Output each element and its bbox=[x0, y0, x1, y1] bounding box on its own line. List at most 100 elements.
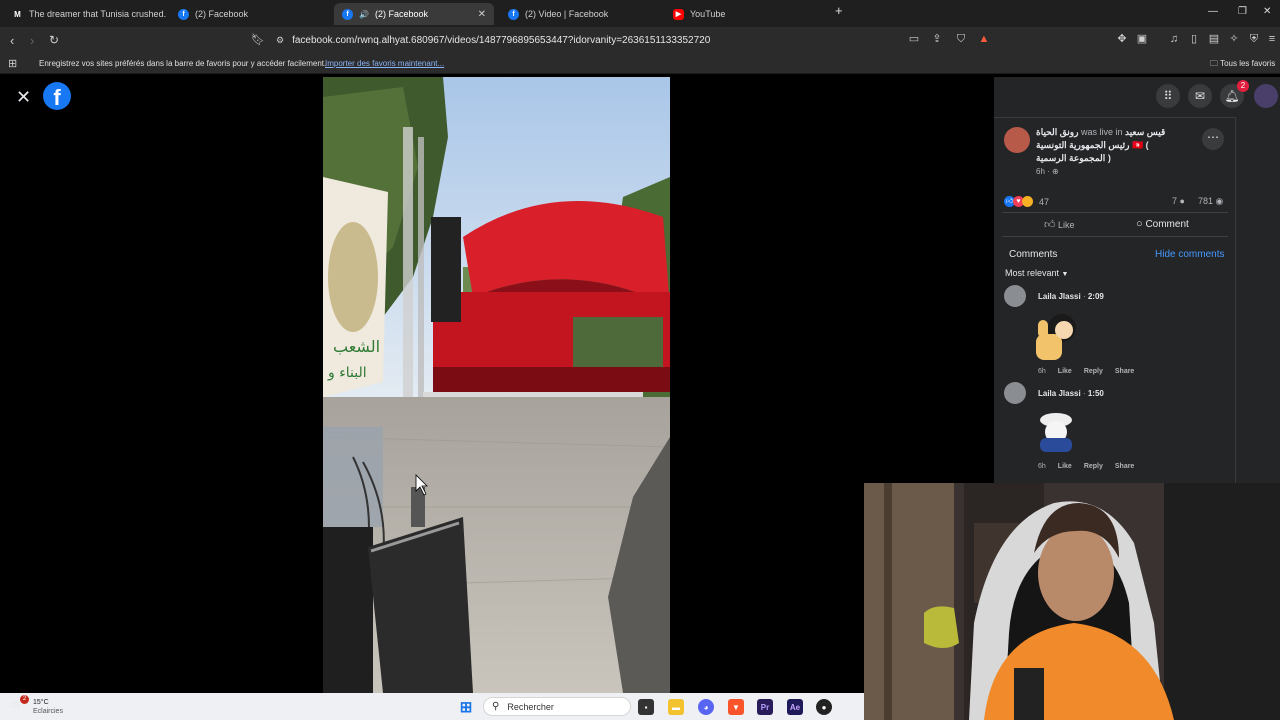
obs-icon[interactable]: ● bbox=[816, 699, 832, 715]
author-avatar[interactable] bbox=[1004, 127, 1030, 153]
weather-text[interactable]: 15°C Eclaircies bbox=[33, 698, 63, 716]
browser-tab[interactable]: f (2) Video | Facebook bbox=[500, 3, 660, 25]
author-name[interactable]: رونق الحياة bbox=[1036, 127, 1078, 137]
weather-temp: 15°C bbox=[33, 699, 49, 706]
salute-sticker bbox=[1030, 410, 1082, 454]
discord-icon[interactable]: ◕ bbox=[698, 699, 714, 715]
divider bbox=[1002, 212, 1228, 213]
comment-sort-dropdown[interactable]: Most relevant ▼ bbox=[1005, 268, 1068, 278]
weather-widget[interactable]: ⛅︎ 2 bbox=[10, 695, 30, 717]
profile-avatar[interactable] bbox=[1254, 84, 1278, 108]
comment-like-button[interactable]: Like bbox=[1058, 463, 1072, 470]
menu-grid-icon[interactable]: ⠿ bbox=[1156, 84, 1180, 108]
close-window-button[interactable]: ✕ bbox=[1263, 6, 1271, 17]
close-tab-icon[interactable]: ✕ bbox=[478, 9, 486, 20]
messenger-icon[interactable]: ✉ bbox=[1188, 84, 1212, 108]
commenter-avatar[interactable] bbox=[1004, 382, 1026, 404]
video-frame: الشعب البناء و bbox=[323, 77, 670, 693]
new-tab-button[interactable]: + bbox=[835, 3, 843, 18]
brave-shield-icon[interactable]: ⛉ bbox=[955, 33, 967, 45]
comment-share-button[interactable]: Share bbox=[1115, 463, 1134, 470]
sidebar-icon[interactable]: ▯ bbox=[1188, 33, 1200, 45]
leo-icon[interactable]: ✧ bbox=[1228, 33, 1240, 45]
comment-reply-button[interactable]: Reply bbox=[1084, 463, 1103, 470]
audio-icon: 🔊 bbox=[359, 9, 369, 19]
reactions-count: 47 bbox=[1039, 196, 1050, 207]
brave-rewards-icon[interactable]: ▲ bbox=[978, 33, 990, 45]
all-favorites-button[interactable]: 🗀 Tous les favoris bbox=[1210, 58, 1275, 72]
comment-like-button[interactable]: Like bbox=[1058, 368, 1072, 375]
screenshot-icon[interactable]: ▣ bbox=[1136, 33, 1148, 45]
video-player[interactable]: الشعب البناء و bbox=[323, 77, 670, 693]
commenter-avatar[interactable] bbox=[1004, 285, 1026, 307]
comment-actions: 6h Like Reply Share bbox=[1038, 368, 1134, 375]
post-time: 6h · bbox=[1036, 167, 1050, 176]
close-viewer-icon[interactable]: ✕ bbox=[16, 87, 31, 108]
medium-icon: M bbox=[14, 9, 21, 19]
task-view-icon[interactable]: ▪ bbox=[638, 699, 654, 715]
thumbs-up-sticker bbox=[1030, 310, 1082, 362]
extensions-icon[interactable]: ✥ bbox=[1116, 33, 1128, 45]
address-bar-row: ‹ › ↻ 🔖︎ ⚙ facebook.com/rwnq.alhyat.6809… bbox=[0, 27, 1280, 54]
comment-button[interactable]: ○ Comment bbox=[1136, 218, 1189, 230]
menu-icon[interactable]: ≡ bbox=[1266, 33, 1278, 45]
apps-grid-icon[interactable]: ⊞ bbox=[8, 57, 17, 70]
post-details: رونق الحياة was live in قيس سعيد رئيس ال… bbox=[994, 117, 1236, 483]
comment-share-button[interactable]: Share bbox=[1115, 368, 1134, 375]
weather-badge: 2 bbox=[20, 695, 29, 704]
music-icon[interactable]: ♫ bbox=[1168, 33, 1180, 45]
banner-text-2: البناء و bbox=[327, 365, 367, 381]
post-header: رونق الحياة was live in قيس سعيد رئيس ال… bbox=[1036, 126, 1186, 178]
like-button[interactable]: 👍︎ Like bbox=[1044, 218, 1075, 231]
comment-author[interactable]: Laila Jlassi bbox=[1038, 389, 1081, 398]
care-reaction-icon bbox=[1022, 196, 1033, 207]
comment-author-row: Laila Jlassi · 1:50 bbox=[1038, 389, 1104, 398]
vpn-icon[interactable]: ⛨ bbox=[1248, 33, 1260, 45]
minimize-button[interactable]: — bbox=[1208, 6, 1218, 17]
url-bar[interactable]: ⚙ facebook.com/rwnq.alhyat.680967/videos… bbox=[270, 30, 1000, 51]
caret-down-icon: ▼ bbox=[1061, 271, 1069, 278]
bookmark-icon[interactable]: 🔖︎ bbox=[251, 33, 265, 46]
browser-tab[interactable]: f (2) Facebook bbox=[170, 3, 330, 25]
reload-icon[interactable]: ↻ bbox=[49, 33, 59, 47]
premiere-pro-icon[interactable]: Pr bbox=[757, 699, 773, 715]
maximize-button[interactable]: ❐ bbox=[1238, 6, 1247, 17]
forward-icon[interactable]: › bbox=[30, 33, 34, 48]
wallet-icon[interactable]: ▤ bbox=[1208, 33, 1220, 45]
cast-icon[interactable]: ▭ bbox=[908, 33, 920, 45]
brave-browser-icon[interactable]: ▼ bbox=[728, 699, 744, 715]
browser-tab[interactable]: M The dreamer that Tunisia crushed. Th bbox=[4, 3, 166, 25]
browser-tab[interactable]: ▶ YouTube bbox=[665, 3, 825, 25]
taskbar-search[interactable]: ⚲ Rechercher bbox=[483, 697, 631, 716]
browser-tab-active[interactable]: f 🔊 (2) Facebook ✕ bbox=[334, 3, 494, 25]
share-icon[interactable]: ⇪ bbox=[931, 33, 943, 45]
eye-icon: ◉ bbox=[1215, 196, 1224, 206]
divider bbox=[1002, 236, 1228, 237]
webcam-overlay bbox=[864, 483, 1280, 720]
comments-heading: Comments bbox=[1009, 249, 1058, 260]
windows-start-icon[interactable]: ⊞ bbox=[458, 699, 474, 716]
site-info-icon[interactable]: ⚙ bbox=[276, 35, 284, 46]
reactions-summary[interactable]: 👍︎ ♥ 47 bbox=[1004, 196, 1049, 207]
notification-badge: 2 bbox=[1237, 80, 1249, 92]
all-favorites-label: Tous les favoris bbox=[1220, 59, 1276, 68]
globe-icon: ⊕ bbox=[1052, 167, 1059, 176]
file-explorer-icon[interactable]: ▬ bbox=[668, 699, 684, 715]
comment-author[interactable]: Laila Jlassi bbox=[1038, 292, 1081, 301]
back-icon[interactable]: ‹ bbox=[10, 33, 14, 48]
comment-reply-button[interactable]: Reply bbox=[1084, 368, 1103, 375]
import-bookmarks-link[interactable]: Importer des favoris maintenant... bbox=[325, 59, 444, 68]
post-options-icon[interactable]: ⋯ bbox=[1202, 128, 1224, 150]
comment-time: 6h bbox=[1038, 368, 1046, 375]
after-effects-icon[interactable]: Ae bbox=[787, 699, 803, 715]
hide-comments-link[interactable]: Hide comments bbox=[1155, 249, 1224, 260]
comments-count-row[interactable]: 7 ● bbox=[1172, 196, 1185, 206]
bookmarks-bar: ⊞ Enregistrez vos sites préférés dans la… bbox=[0, 54, 1280, 74]
search-placeholder: Rechercher bbox=[507, 701, 554, 712]
webcam-frame bbox=[864, 483, 1280, 720]
like-label: Like bbox=[1058, 220, 1075, 230]
thumbs-up-icon: 👍︎ bbox=[1044, 219, 1056, 231]
comment-timestamp[interactable]: 2:09 bbox=[1088, 292, 1104, 301]
comment-timestamp[interactable]: 1:50 bbox=[1088, 389, 1104, 398]
facebook-logo-icon[interactable]: f bbox=[43, 82, 71, 110]
